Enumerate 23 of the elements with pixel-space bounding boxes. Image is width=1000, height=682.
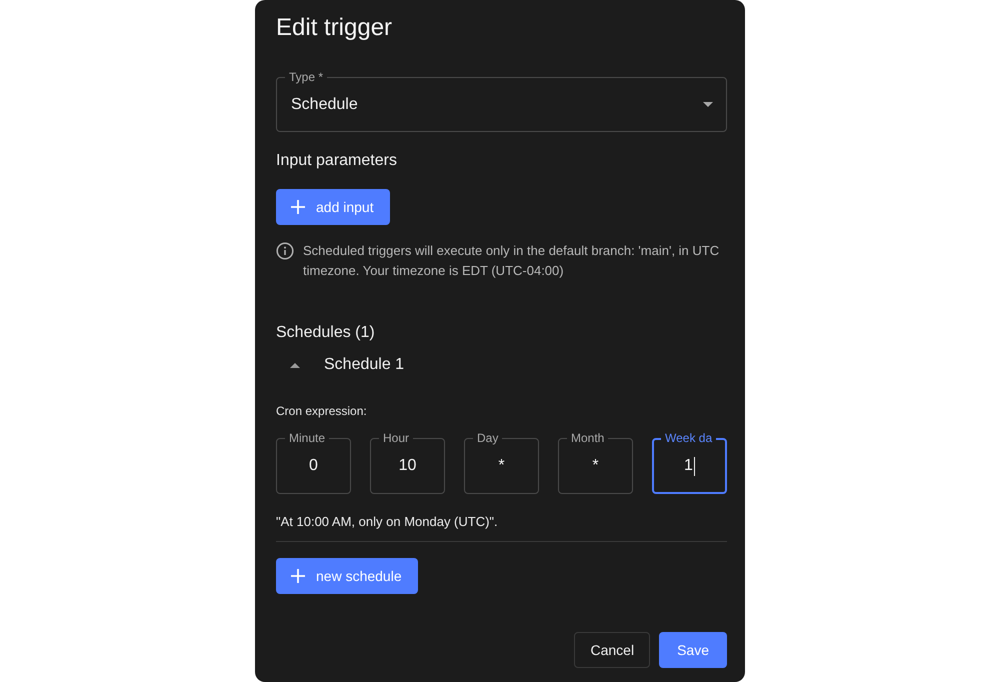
text-cursor-icon xyxy=(694,456,695,476)
field-label: Type * xyxy=(285,70,328,84)
field-label: Week da xyxy=(661,431,716,445)
section-heading: Input parameters xyxy=(276,151,397,171)
add-button[interactable]: add input xyxy=(276,189,390,225)
dialog-title: Edit trigger xyxy=(276,13,392,43)
section-heading: Schedules (1) xyxy=(276,323,375,343)
collapse-toggle[interactable] xyxy=(290,360,300,370)
save-button[interactable]: Save xyxy=(659,632,727,668)
cancel-button[interactable]: Cancel xyxy=(574,632,650,668)
dropdown-arrow-icon xyxy=(703,102,713,107)
cron-label: Cron expression: xyxy=(276,403,367,419)
info-text: Scheduled triggers will execute only in the default branch: 'main', in UTC timezone. Your timezone is EDT (UTC-04:00) xyxy=(303,242,720,280)
field-label: Minute xyxy=(285,431,330,445)
schedule-title: Schedule 1 xyxy=(324,355,404,375)
field-label: Day xyxy=(473,431,502,445)
plus-icon xyxy=(291,569,305,583)
plus-icon xyxy=(291,200,305,214)
field-label: Month xyxy=(567,431,608,445)
cron-description: "At 10:00 AM, only on Monday (UTC)". xyxy=(276,513,498,531)
add-button[interactable]: new schedule xyxy=(276,558,418,594)
field-label: Hour xyxy=(379,431,414,445)
info-icon xyxy=(276,242,294,260)
